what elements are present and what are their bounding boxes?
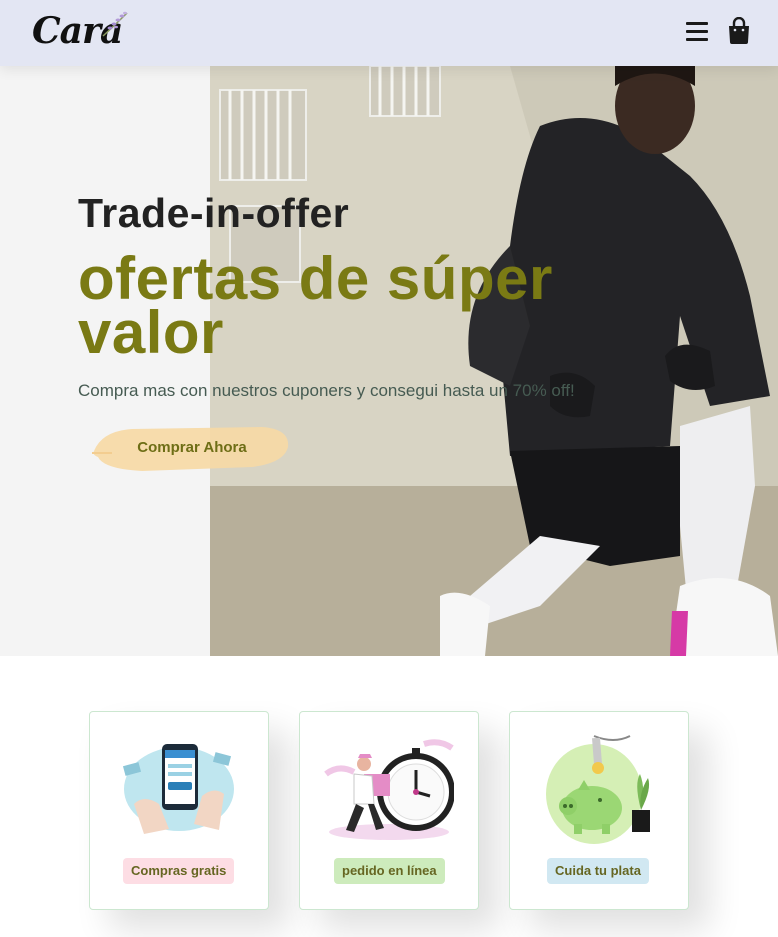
shop-now-button[interactable]: Comprar Ahora bbox=[92, 423, 292, 473]
hero-section: Trade-in-offer ofertas de súper valor Co… bbox=[0, 66, 778, 656]
delivery-clock-illustration bbox=[324, 739, 454, 840]
menu-icon[interactable] bbox=[686, 22, 708, 42]
badge-free-shipping: Compras gratis bbox=[123, 858, 235, 884]
feature-box-save-money: Cuida tu plata bbox=[509, 711, 689, 910]
feature-box-online-order: pedido en línea bbox=[299, 711, 479, 910]
lavender-icon bbox=[102, 11, 128, 37]
mobile-payment-illustration bbox=[122, 744, 234, 834]
hero-description: Compra mas con nuestros cuponers y conse… bbox=[78, 381, 575, 400]
feature-box-free-shipping: Compras gratis bbox=[89, 711, 269, 910]
hero-photo bbox=[210, 66, 778, 656]
badge-online-order: pedido en línea bbox=[334, 858, 445, 884]
brand-logo[interactable]: Cara bbox=[28, 6, 128, 54]
hero-title: ofertas de súper valor bbox=[78, 245, 553, 366]
piggy-bank-illustration bbox=[546, 735, 650, 844]
badge-save-money: Cuida tu plata bbox=[547, 858, 649, 884]
site-header: Cara bbox=[0, 0, 778, 66]
shop-now-label: Comprar Ahora bbox=[137, 439, 247, 456]
shopping-bag-icon[interactable] bbox=[727, 17, 751, 45]
hero-subtitle: Trade-in-offer bbox=[78, 190, 350, 236]
